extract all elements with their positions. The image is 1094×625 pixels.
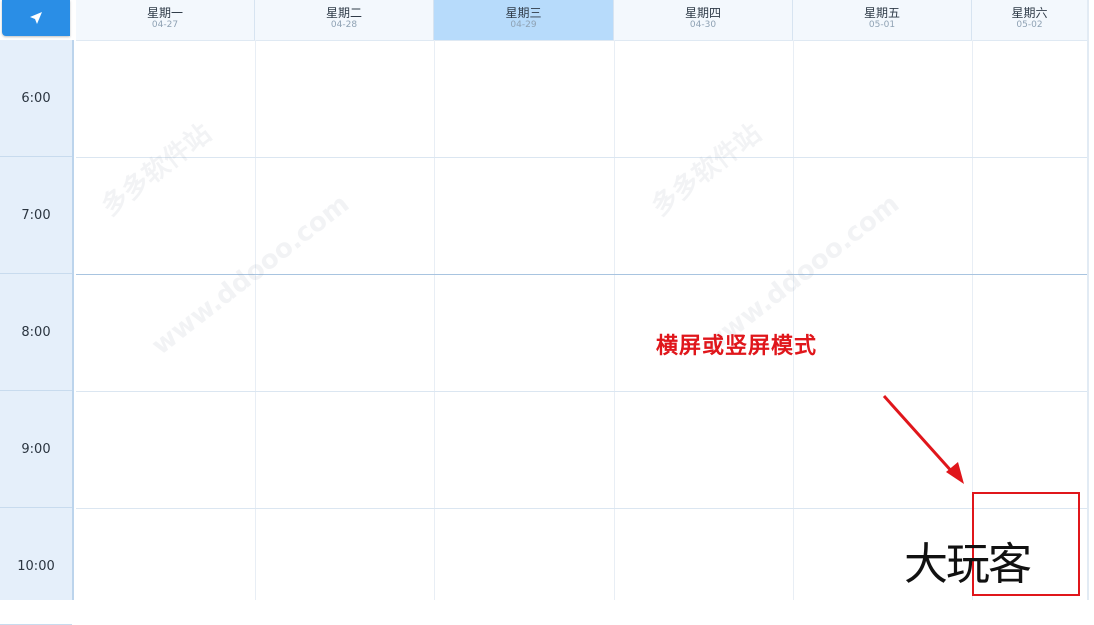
grid-divider (793, 40, 794, 600)
day-date: 05-01 (868, 20, 896, 30)
grid-divider (76, 157, 1088, 158)
day-header-friday[interactable]: 星期五 05-01 (793, 0, 972, 40)
time-label: 6:00 (0, 40, 72, 157)
grid-divider (614, 40, 615, 600)
annotation-arrow-icon (882, 394, 964, 484)
grid-border (1087, 0, 1089, 600)
day-header-wednesday[interactable]: 星期三 04-29 (434, 0, 614, 40)
time-label: 7:00 (0, 157, 72, 274)
time-label: 9:00 (0, 391, 72, 508)
navigation-arrow-icon (30, 12, 42, 24)
annotation-label: 横屏或竖屏模式 (656, 334, 818, 359)
day-header-tuesday[interactable]: 星期二 04-28 (255, 0, 434, 40)
day-date: 05-02 (1016, 20, 1043, 30)
day-date: 04-30 (689, 20, 717, 30)
day-date: 04-27 (151, 20, 179, 30)
day-name: 星期六 (1011, 6, 1048, 20)
locate-button[interactable] (2, 0, 70, 36)
time-column: 6:00 7:00 8:00 9:00 10:00 (0, 40, 74, 625)
schedule-grid[interactable] (76, 40, 1088, 600)
day-date: 04-29 (510, 20, 537, 30)
day-name: 星期二 (325, 6, 362, 20)
weekly-schedule-app: 星期一 04-27 星期二 04-28 星期三 04-29 星期四 04-30 … (0, 0, 1094, 625)
week-header: 星期一 04-27 星期二 04-28 星期三 04-29 星期四 04-30 … (76, 0, 1088, 41)
day-name: 星期一 (146, 6, 183, 20)
day-name: 星期四 (684, 6, 721, 20)
day-date: 04-28 (330, 20, 358, 30)
grid-divider (76, 508, 1088, 509)
day-header-thursday[interactable]: 星期四 04-30 (614, 0, 793, 40)
grid-divider (255, 40, 256, 600)
day-name: 星期三 (505, 6, 542, 20)
time-label: 10:00 (0, 508, 72, 625)
day-name: 星期五 (863, 6, 900, 20)
day-header-saturday[interactable]: 星期六 05-02 (972, 0, 1088, 40)
site-logo: 大玩客 (904, 539, 1032, 590)
grid-divider (434, 40, 435, 600)
time-label: 8:00 (0, 274, 72, 391)
day-header-monday[interactable]: 星期一 04-27 (76, 0, 255, 40)
